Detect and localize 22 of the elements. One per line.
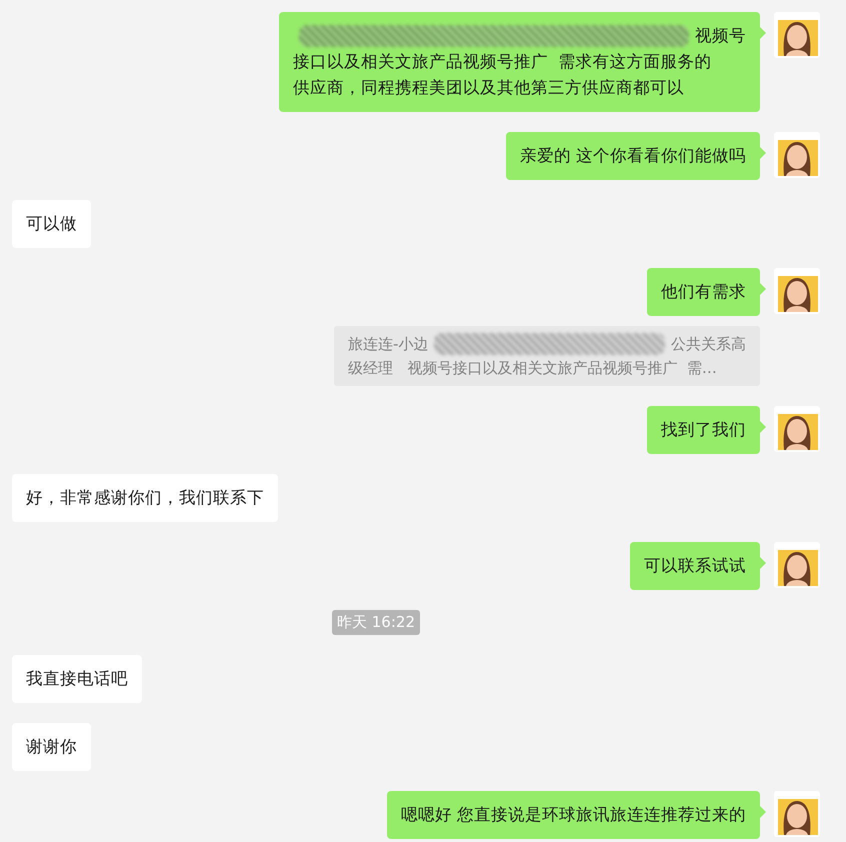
message-text: 我直接电话吧 <box>26 668 128 690</box>
message-text: 可以做 <box>26 213 77 235</box>
message-text: 嗯嗯好 您直接说是环球旅讯旅连连推荐过来的 <box>400 804 746 826</box>
avatar-icon <box>774 790 820 836</box>
avatar-icon <box>774 406 820 452</box>
message-text: 可以联系试试 <box>644 555 746 577</box>
avatar-icon <box>774 268 820 314</box>
message-text: 接口以及相关文旅产品视频号推广 需求有这方面服务的 <box>293 51 712 73</box>
avatar-icon <box>774 132 820 178</box>
message-text: 找到了我们 <box>661 419 746 441</box>
message-text: 级经理 视频号接口以及相关文旅产品视频号推广 需… <box>348 358 717 379</box>
avatar-icon <box>774 12 820 58</box>
message-text: 旅连连-小边 <box>348 334 428 355</box>
message-text: 视频号 <box>695 25 746 47</box>
message-text: 公共关系高 <box>671 334 746 355</box>
message-text: 好，非常感谢你们，我们联系下 <box>26 487 264 509</box>
timestamp: 昨天 16:22 <box>332 610 420 634</box>
message-text: 谢谢你 <box>26 736 77 758</box>
avatar-icon <box>774 542 820 588</box>
message-text: 亲爱的 这个你看看你们能做吗 <box>520 145 746 167</box>
message-text: 供应商，同程携程美团以及其他第三方供应商都可以 <box>293 77 684 99</box>
message-text: 他们有需求 <box>661 281 746 303</box>
